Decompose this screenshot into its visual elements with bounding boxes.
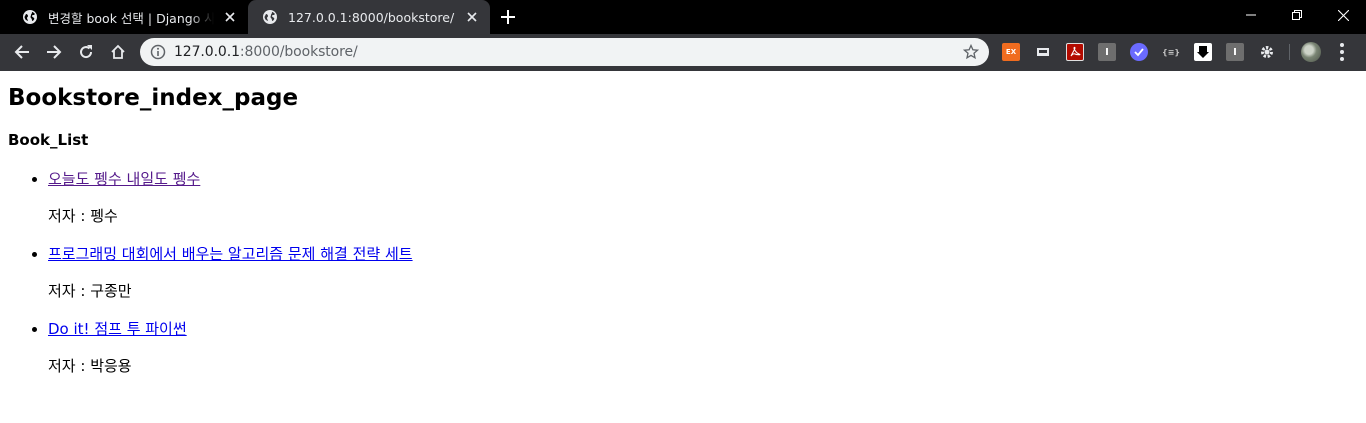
browser-toolbar: 127.0.0.1:8000/bookstore/ EX I {≡} I — [0, 34, 1366, 71]
book-author: 저자 : 박응용 — [48, 357, 132, 375]
restore-button[interactable] — [1274, 0, 1320, 30]
book-title-link[interactable]: 프로그래밍 대회에서 배우는 알고리즘 문제 해결 전략 세트 — [48, 245, 413, 263]
close-window-button[interactable] — [1320, 0, 1366, 30]
new-tab-button[interactable] — [498, 8, 518, 26]
toolbar-separator — [1289, 44, 1290, 60]
acrobat-extension-icon[interactable] — [1066, 43, 1084, 61]
ex-extension-icon[interactable]: EX — [1002, 43, 1020, 61]
back-button[interactable] — [8, 38, 36, 66]
bookmark-star-icon[interactable] — [963, 44, 979, 60]
tab-bookstore[interactable]: 127.0.0.1:8000/bookstore/ — [248, 0, 490, 34]
globe-icon — [263, 10, 277, 24]
url-path: :8000/bookstore/ — [239, 44, 358, 60]
list-item: 오늘도 펭수 내일도 펭수 저자 : 펭수 — [48, 170, 1358, 225]
close-tab-icon[interactable] — [464, 9, 480, 25]
url-host: 127.0.0.1 — [174, 44, 240, 60]
tab-strip: 변경할 book 선택 | Django 사이트 관리 127.0.0.1:80… — [0, 0, 1366, 34]
restore-icon — [1292, 10, 1302, 20]
page-content: Bookstore_index_page Book_List 오늘도 펭수 내일… — [8, 71, 1358, 395]
book-list: 오늘도 펭수 내일도 펭수 저자 : 펭수 프로그래밍 대회에서 배우는 알고리… — [8, 170, 1358, 375]
address-bar[interactable]: 127.0.0.1:8000/bookstore/ — [140, 38, 989, 66]
page-title: Bookstore_index_page — [8, 85, 299, 111]
gear-extension-icon[interactable] — [1258, 43, 1276, 61]
reload-button[interactable] — [72, 38, 100, 66]
info-icon[interactable] — [150, 44, 166, 60]
json-extension-icon[interactable]: {≡} — [1162, 43, 1180, 61]
url-text: 127.0.0.1:8000/bookstore/ — [174, 44, 358, 60]
close-icon — [1337, 9, 1349, 21]
home-icon — [111, 44, 125, 59]
list-item: Do it! 점프 투 파이썬 저자 : 박응용 — [48, 320, 1358, 375]
book-list-heading: Book_List — [8, 131, 89, 149]
book-title-link[interactable]: 오늘도 펭수 내일도 펭수 — [48, 170, 200, 188]
book-title-link[interactable]: Do it! 점프 투 파이썬 — [48, 320, 187, 338]
profile-avatar[interactable] — [1301, 42, 1321, 62]
check-extension-icon[interactable] — [1130, 43, 1148, 61]
list-item: 프로그래밍 대회에서 배우는 알고리즘 문제 해결 전략 세트 저자 : 구종만 — [48, 245, 1358, 300]
tab-title: 변경할 book 선택 | Django 사이트 관리 — [48, 10, 214, 26]
reload-icon — [80, 45, 93, 59]
book-author: 저자 : 펭수 — [48, 207, 118, 225]
globe-icon — [23, 10, 37, 24]
i-extension-icon-2[interactable]: I — [1226, 43, 1244, 61]
arrow-left-icon — [14, 45, 29, 59]
i-extension-icon[interactable]: I — [1098, 43, 1116, 61]
close-tab-icon[interactable] — [222, 9, 238, 25]
chrome-menu-button[interactable] — [1335, 42, 1349, 62]
book-author: 저자 : 구종만 — [48, 282, 132, 300]
screen-extension-icon[interactable] — [1034, 43, 1052, 61]
tab-title: 127.0.0.1:8000/bookstore/ — [288, 9, 455, 25]
tab-django-admin[interactable]: 변경할 book 선택 | Django 사이트 관리 — [8, 0, 248, 34]
home-button[interactable] — [104, 38, 132, 66]
forward-button[interactable] — [40, 38, 68, 66]
arrow-right-icon — [47, 45, 62, 59]
download-extension-icon[interactable] — [1194, 43, 1212, 61]
minimize-icon — [1246, 14, 1256, 16]
plus-icon — [501, 10, 515, 24]
minimize-button[interactable] — [1228, 0, 1274, 30]
